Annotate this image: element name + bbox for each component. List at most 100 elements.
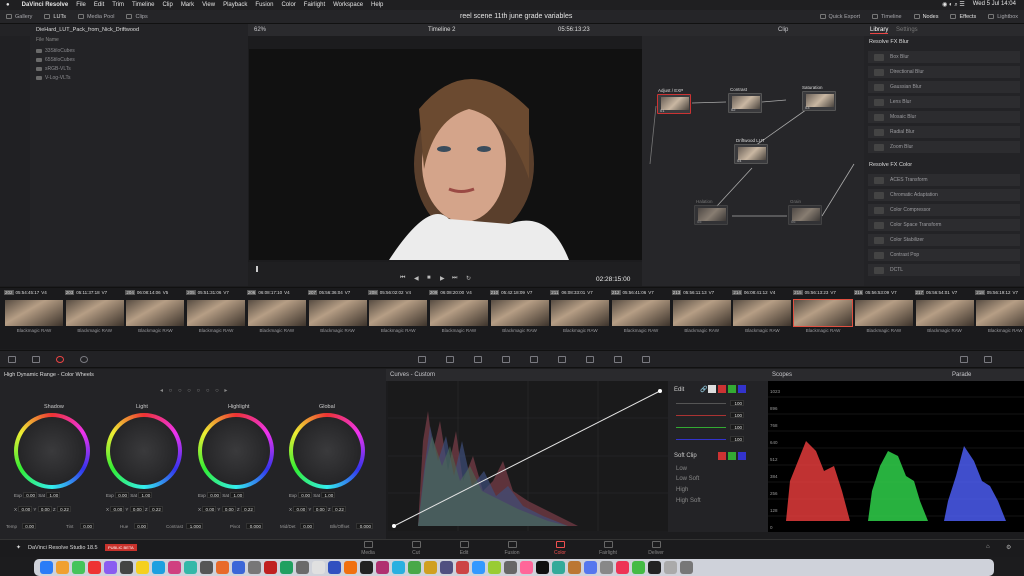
dock-app-icon[interactable] <box>280 561 293 574</box>
hue-field[interactable]: 0.00 <box>134 523 148 529</box>
dock-app-icon[interactable] <box>632 561 645 574</box>
curves-icon[interactable] <box>418 356 426 363</box>
keyframes-icon[interactable] <box>960 356 968 363</box>
dock-app-icon[interactable] <box>568 561 581 574</box>
color-wheel[interactable] <box>14 413 90 489</box>
clock[interactable]: Wed 5 Jul 14:04 <box>973 1 1016 9</box>
viewer-timecode[interactable]: 05:56:13:23 <box>558 27 590 33</box>
menu-fairlight[interactable]: Fairlight <box>304 2 325 8</box>
app-menu[interactable]: DaVinci Resolve <box>22 2 69 8</box>
dock-app-icon[interactable] <box>120 561 133 574</box>
nodes-button[interactable]: Nodes <box>908 14 945 20</box>
clip-thumbnail[interactable]: 217 05:56:54:01 V7 Blackmagic RAW <box>914 290 975 345</box>
dock-app-icon[interactable] <box>408 561 421 574</box>
dock-app-icon[interactable] <box>488 561 501 574</box>
y-slider[interactable] <box>676 403 726 404</box>
home-icon[interactable]: ⌂ <box>986 544 990 550</box>
dock-app-icon[interactable] <box>152 561 165 574</box>
g-slider[interactable] <box>676 427 726 428</box>
dock-app-icon[interactable] <box>520 561 533 574</box>
middet-field[interactable]: 0.00 <box>300 523 314 529</box>
dock-app-icon[interactable] <box>40 561 53 574</box>
dock-app-icon[interactable] <box>424 561 437 574</box>
clip-thumbnail[interactable]: 208 05:56:02:02 V4 Blackmagic RAW <box>368 290 428 345</box>
rewind-icon[interactable]: ◀ <box>414 275 419 282</box>
clip-thumbnail[interactable]: 203 05:11:37:18 V7 Blackmagic RAW <box>64 290 125 345</box>
fx-color-stabilizer[interactable]: Color Stabilizer <box>868 234 1020 246</box>
menu-view[interactable]: View <box>202 2 215 8</box>
dock-app-icon[interactable] <box>456 561 469 574</box>
tab-settings[interactable]: Settings <box>896 27 918 33</box>
r-value[interactable]: 100 <box>730 412 744 418</box>
dock-app-icon[interactable] <box>360 561 373 574</box>
fx-color-space-transform[interactable]: Color Space Transform <box>868 219 1020 231</box>
contrast-field[interactable]: 1.000 <box>186 523 203 529</box>
fx-radial-blur[interactable]: Radial Blur <box>868 126 1020 138</box>
channel-y-button[interactable] <box>708 385 716 393</box>
menu-fusion[interactable]: Fusion <box>255 2 273 8</box>
dock-app-icon[interactable] <box>680 561 693 574</box>
fx-mosaic-blur[interactable]: Mosaic Blur <box>868 111 1020 123</box>
zone-dots[interactable]: ◂ ○ ○ ○ ○ ○ ○ ▸ <box>160 387 229 394</box>
pivot-field[interactable]: 0.000 <box>246 523 263 529</box>
sizing-icon[interactable] <box>614 356 622 363</box>
fx-color-compressor[interactable]: Color Compressor <box>868 204 1020 216</box>
page-tab-fairlight[interactable]: Fairlight <box>588 541 628 556</box>
camera-raw-icon[interactable] <box>8 356 16 363</box>
dock-app-icon[interactable] <box>72 561 85 574</box>
fx-aces-transform[interactable]: ACES Transform <box>868 174 1020 186</box>
temp-field[interactable]: 0.00 <box>22 523 36 529</box>
dock-app-icon[interactable] <box>56 561 69 574</box>
qualifier-icon[interactable] <box>446 356 454 363</box>
node-graph[interactable]: Adjust / EXP 01 Contrast 02 Saturation 0… <box>642 36 864 286</box>
clip-thumbnail[interactable]: 204 06:08:14:06 V5 Blackmagic RAW <box>125 290 185 345</box>
dock-app-icon[interactable] <box>392 561 405 574</box>
menu-color[interactable]: Color <box>281 2 295 8</box>
clip-thumbnail[interactable]: 212 05:56:41:06 V7 Blackmagic RAW <box>611 290 671 345</box>
blur-tool-icon[interactable] <box>558 356 566 363</box>
y-value[interactable]: 100 <box>730 400 744 406</box>
clip-thumbnail[interactable]: 216 05:56:53:09 V7 Blackmagic RAW <box>853 290 914 345</box>
fx-chromatic-adaptation[interactable]: Chromatic Adaptation <box>868 189 1020 201</box>
apple-menu-icon[interactable]: ● <box>6 2 10 8</box>
node-grain[interactable]: 06 <box>788 205 822 225</box>
timeline-button[interactable]: Timeline <box>866 14 908 20</box>
clip-thumbnail[interactable]: 207 05:56:36:04 V7 Blackmagic RAW <box>307 290 368 345</box>
list-item[interactable]: 65StiloCubes <box>36 55 236 64</box>
page-tab-fusion[interactable]: Fusion <box>492 541 532 556</box>
node-driftwood-lut[interactable]: 04 <box>734 144 768 164</box>
play-icon[interactable]: ▶ <box>440 275 445 282</box>
hdr-wheels-icon[interactable] <box>80 356 88 363</box>
color-wheel[interactable] <box>106 413 182 489</box>
node-halation[interactable]: 05 <box>694 205 728 225</box>
soft-clip-b-button[interactable] <box>738 452 746 460</box>
key-icon[interactable] <box>586 356 594 363</box>
color-wheels-icon[interactable] <box>56 356 64 363</box>
page-tab-media[interactable]: Media <box>348 541 388 556</box>
settings-icon[interactable]: ⚙ <box>1006 544 1011 551</box>
menu-workspace[interactable]: Workspace <box>333 2 363 8</box>
node-mode-select[interactable]: Clip <box>778 27 788 33</box>
fx-lens-blur[interactable]: Lens Blur <box>868 96 1020 108</box>
channel-b-button[interactable] <box>738 385 746 393</box>
soft-clip-r-button[interactable] <box>718 452 726 460</box>
dock-app-icon[interactable] <box>248 561 261 574</box>
dock-app-icon[interactable] <box>296 561 309 574</box>
stop-icon[interactable]: ■ <box>427 275 431 281</box>
dock-app-icon[interactable] <box>536 561 549 574</box>
clip-thumbnail[interactable]: 215 05:56:13:23 V7 Blackmagic RAW <box>793 290 854 345</box>
menu-file[interactable]: File <box>76 2 86 8</box>
dock-app-icon[interactable] <box>232 561 245 574</box>
menu-help[interactable]: Help <box>371 2 383 8</box>
magic-mask-icon[interactable] <box>530 356 538 363</box>
dock-app-icon[interactable] <box>184 561 197 574</box>
scope-mode-select[interactable]: Parade <box>952 372 971 378</box>
video-viewer[interactable] <box>249 49 642 260</box>
dock-app-icon[interactable] <box>312 561 325 574</box>
lightbox-button[interactable]: Lightbox <box>982 14 1024 20</box>
media-pool-button[interactable]: Media Pool <box>72 14 121 20</box>
b-value[interactable]: 100 <box>730 436 744 442</box>
clip-thumbnail[interactable]: 206 06:08:17:10 V4 Blackmagic RAW <box>246 290 307 345</box>
page-tab-color[interactable]: Color <box>540 541 580 556</box>
list-item[interactable]: 33StiloCubes <box>36 46 236 55</box>
